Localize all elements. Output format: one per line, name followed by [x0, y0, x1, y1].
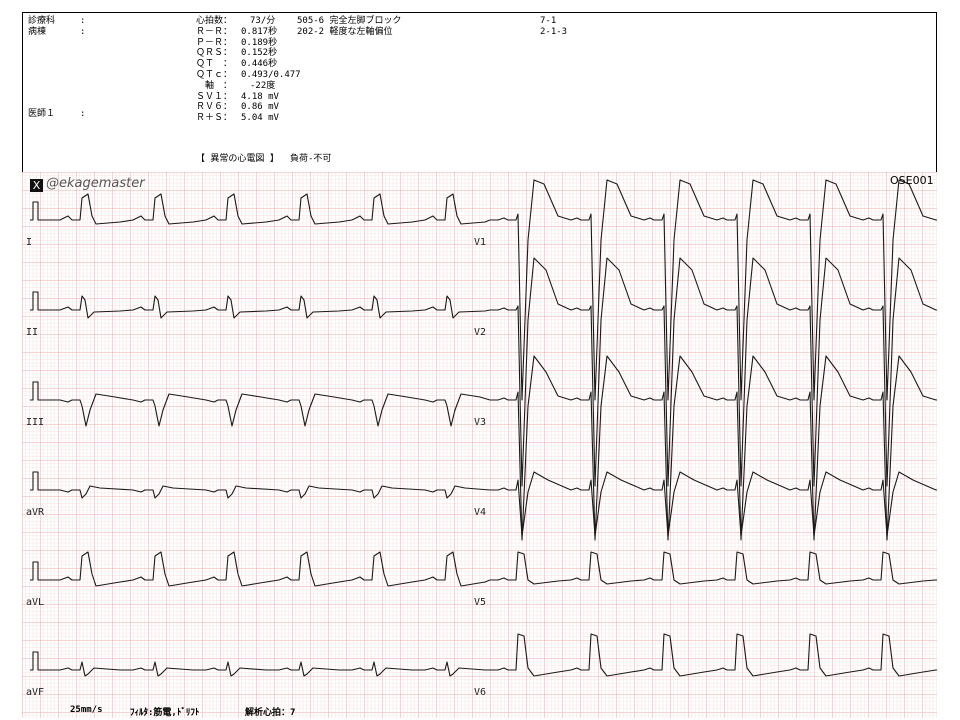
lead-label-right: V6	[474, 687, 487, 698]
lead-label-right: V1	[474, 237, 487, 248]
measurement-value: 5.04 mV	[241, 113, 279, 124]
lead-label-left: III	[26, 417, 45, 428]
measurement-label: ＱＴ ：	[196, 59, 233, 70]
lead-label-right: V2	[474, 327, 487, 338]
sheet-code: OSE001	[890, 174, 934, 187]
measurement-value: 4.18 mV	[241, 91, 279, 102]
classification: 【 異常の心電図 】	[196, 154, 279, 164]
dept-label: 診療科	[28, 16, 56, 26]
doctor-colon: :	[80, 109, 86, 119]
measurement-label: ＲＶ６：	[196, 102, 233, 113]
ward-colon: :	[80, 27, 86, 37]
code-0: 7-1	[540, 16, 557, 26]
lead-label-left: aVL	[26, 597, 45, 608]
footer-filter: ﾌｨﾙﾀ:筋電,ﾄﾞﾘﾌﾄ	[130, 708, 200, 718]
finding-1: 202-2 軽度な左軸偏位	[297, 27, 393, 38]
grid-pattern	[22, 172, 937, 718]
doctor-label: 医師１	[28, 109, 56, 119]
measurement-label: Ｒ－Ｒ：	[196, 26, 233, 37]
measurement-value: 0.86 mV	[241, 102, 279, 113]
lead-label-right: V5	[474, 597, 487, 608]
measurement-label: 軸 ：	[196, 80, 233, 91]
load-note: 負荷-不可	[290, 154, 332, 164]
lead-label-left: II	[26, 327, 39, 338]
measurement-label: ＱＲＳ：	[196, 48, 233, 59]
footer-speed: 25mm/s	[70, 705, 103, 715]
measurement-label: Ｒ＋Ｓ：	[196, 113, 233, 124]
measurement-value: 0.493/0.477	[241, 70, 301, 80]
measurement-value: 0.189秒	[241, 37, 278, 48]
measurement-label: 心拍数：	[196, 16, 233, 26]
x-logo-icon: X	[30, 179, 43, 192]
lead-label-right: V3	[474, 417, 487, 428]
code-1: 2-1-3	[540, 27, 568, 37]
lead-label-left: aVR	[26, 507, 45, 518]
lead-label-left: aVF	[26, 687, 45, 698]
measurement-value: 0.446秒	[241, 59, 278, 70]
ecg-chart	[22, 172, 937, 718]
finding-code: 202-2	[297, 27, 325, 37]
finding-code: 505-6	[297, 16, 325, 26]
ward-label: 病棟	[28, 27, 47, 37]
watermark-text: @ekagemaster	[46, 176, 145, 191]
finding-text: 軽度な左軸偏位	[329, 27, 393, 37]
finding-text: 完全左脚ブロック	[329, 16, 402, 26]
measurement-label: Ｐ－Ｒ：	[196, 37, 233, 48]
lead-label-left: I	[26, 237, 33, 248]
finding-0: 505-6 完全左脚ブロック	[297, 16, 402, 27]
measurement-value: 0.152秒	[241, 48, 278, 59]
measurement-value: -22度	[241, 80, 276, 91]
lead-label-right: V4	[474, 507, 487, 518]
measurement-value: 73/分	[241, 16, 276, 26]
footer-beats: 解析心拍：7	[245, 708, 296, 718]
measurement-label: ＱＴｃ：	[196, 70, 233, 80]
watermark: X @ekagemaster	[30, 176, 145, 192]
measurement-label: ＳＶ１：	[196, 91, 233, 102]
dept-colon: :	[80, 16, 86, 26]
measurement-value: 0.817秒	[241, 26, 278, 37]
